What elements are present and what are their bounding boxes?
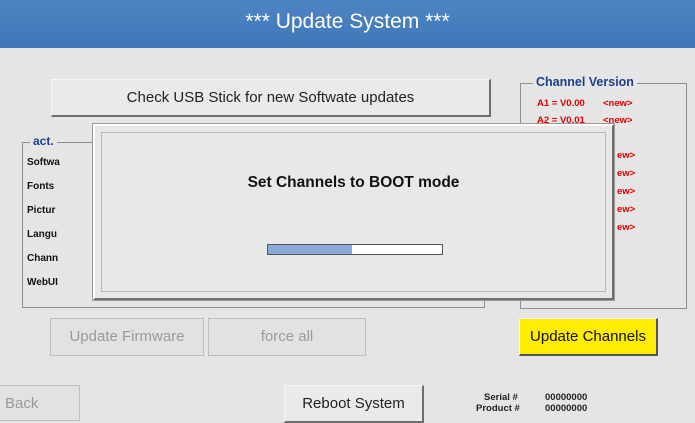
dialog-message: Set Channels to BOOT mode	[247, 174, 460, 191]
reboot-system-button[interactable]: Reboot System	[284, 385, 424, 423]
channel-row-partial: ew>	[617, 168, 636, 179]
check-usb-button[interactable]: Check USB Stick for new Softwate updates	[51, 79, 491, 117]
act-row-webui: WebUI	[27, 277, 58, 288]
channel-row-partial: ew>	[617, 222, 636, 233]
act-row-pictures: Pictur	[27, 205, 56, 216]
channel-row-partial: ew>	[617, 204, 636, 215]
channel-row-a1-label: A1 = V0.00	[537, 98, 585, 109]
update-channels-button[interactable]: Update Channels	[519, 318, 658, 356]
back-button[interactable]: Back	[0, 385, 80, 421]
act-row-language: Langu	[27, 229, 57, 240]
force-all-button[interactable]: force all	[208, 318, 366, 356]
act-row-channel: Chann	[27, 253, 59, 264]
product-label: Product #	[476, 403, 520, 414]
boot-mode-dialog: Set Channels to BOOT mode	[93, 124, 614, 300]
channel-row-partial: ew>	[617, 150, 636, 161]
product-value: 00000000	[545, 403, 588, 414]
act-row-fonts: Fonts	[27, 181, 55, 192]
channel-version-title: Channel Version	[533, 75, 637, 89]
serial-label: Serial #	[484, 392, 518, 403]
progress-bar	[267, 244, 443, 255]
update-firmware-button[interactable]: Update Firmware	[50, 318, 204, 356]
progress-bar-fill	[268, 245, 352, 254]
act-row-software: Softwa	[27, 157, 60, 168]
act-group-title: act.	[30, 134, 57, 148]
window-title: *** Update System ***	[0, 0, 695, 48]
channel-row-a1-status: <new>	[603, 98, 633, 109]
channel-row-partial: ew>	[617, 186, 636, 197]
serial-value: 00000000	[545, 392, 588, 403]
dialog-inner-frame	[101, 132, 606, 292]
